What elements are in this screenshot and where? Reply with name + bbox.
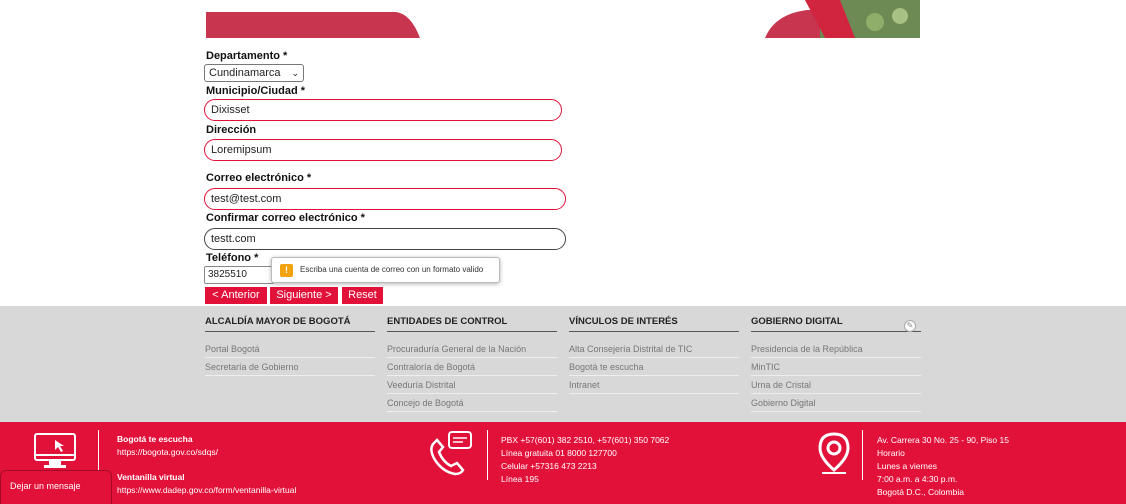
footer-link-concejo[interactable]: Concejo de Bogotá — [387, 398, 557, 412]
footer-link-veeduria[interactable]: Veeduría Distrital — [387, 380, 557, 394]
footer-link-bogota-te-escucha[interactable]: Bogotá te escucha — [569, 362, 739, 376]
validation-tooltip: ! Escriba una cuenta de correo con un fo… — [271, 257, 500, 283]
warning-icon: ! — [280, 264, 293, 277]
linea-gratuita-text: Línea gratuita 01 8000 127700 — [501, 448, 617, 458]
footer-col-title: ENTIDADES DE CONTROL — [387, 316, 557, 332]
footer-divider — [487, 430, 488, 480]
footer-link-alta-consejeria[interactable]: Alta Consejería Distrital de TIC — [569, 344, 739, 358]
chevron-down-icon: ⌄ — [291, 68, 299, 78]
edit-pencil-icon[interactable]: ✎ — [904, 320, 916, 332]
ventanilla-virtual-link[interactable]: https://www.dadep.gov.co/form/ventanilla… — [117, 484, 296, 497]
footer-link-intranet[interactable]: Intranet — [569, 380, 739, 394]
correo-input[interactable]: test@test.com — [204, 188, 566, 210]
footer-link-gobierno-digital[interactable]: Gobierno Digital — [751, 398, 921, 412]
departamento-label: Departamento * — [206, 50, 288, 62]
header-banner-left — [206, 0, 420, 38]
pbx-text: PBX +57(601) 382 2510, +57(601) 350 7062 — [501, 435, 670, 445]
telefono-input[interactable]: 3825510 — [204, 266, 274, 284]
footer-link-presidencia[interactable]: Presidencia de la República — [751, 344, 921, 358]
footer-link-portal-bogota[interactable]: Portal Bogotá — [205, 344, 375, 358]
correo-label: Correo electrónico * — [206, 172, 312, 184]
bogota-te-escucha-title: Bogotá te escucha — [117, 434, 193, 444]
municipio-input[interactable]: Dixisset — [204, 99, 562, 121]
confirmar-correo-input[interactable]: testt.com — [204, 228, 566, 250]
direccion-input[interactable]: Loremipsum — [204, 139, 562, 161]
siguiente-button[interactable]: Siguiente > — [270, 287, 338, 304]
municipio-label: Municipio/Ciudad * — [206, 85, 306, 97]
reset-button[interactable]: Reset — [342, 287, 383, 304]
location-pin-icon — [818, 432, 850, 474]
footer-link-secretaria-gobierno[interactable]: Secretaría de Gobierno — [205, 362, 375, 376]
footer-link-contraloria[interactable]: Contraloría de Bogotá — [387, 362, 557, 376]
banner-shape — [206, 12, 420, 38]
footer-contact: Bogotá te escucha https://bogota.gov.co/… — [0, 422, 1126, 504]
celular-text: Celular +57316 473 2213 — [501, 461, 597, 471]
footer-link-urna-cristal[interactable]: Urna de Cristal — [751, 380, 921, 394]
horas-text: 7:00 a.m. a 4:30 p.m. — [877, 474, 958, 484]
departamento-select[interactable]: Cundinamarca ⌄ — [204, 64, 304, 82]
footer-link-mintic[interactable]: MinTIC — [751, 362, 921, 376]
computer-click-icon — [34, 433, 76, 468]
bogota-te-escucha-link[interactable]: https://bogota.gov.co/sdqs/ — [117, 446, 218, 459]
phone-message-icon — [430, 431, 472, 476]
footer-divider — [862, 430, 863, 480]
header-banner-right — [765, 0, 920, 38]
footer-link-procuraduria[interactable]: Procuraduría General de la Nación — [387, 344, 557, 358]
footer-col-title: ALCALDÍA MAYOR DE BOGOTÁ — [205, 316, 375, 332]
confirmar-correo-label: Confirmar correo electrónico * — [206, 212, 365, 224]
horario-text: Horario — [877, 448, 905, 458]
ventanilla-virtual-title: Ventanilla virtual — [117, 472, 185, 482]
address-text: Av. Carrera 30 No. 25 - 90, Piso 15 — [877, 435, 1009, 445]
chat-button[interactable]: Dejar un mensaje — [0, 470, 112, 504]
banner-image — [765, 0, 920, 38]
footer-col-title: VÍNCULOS DE INTERÉS — [569, 316, 739, 332]
anterior-button[interactable]: < Anterior — [205, 287, 267, 304]
footer-links: ALCALDÍA MAYOR DE BOGOTÁ Portal Bogotá S… — [0, 306, 1126, 422]
telefono-label: Teléfono * — [206, 252, 259, 264]
dias-text: Lunes a viernes — [877, 461, 938, 471]
ciudad-text: Bogotá D.C., Colombia — [877, 487, 964, 497]
direccion-label: Dirección — [206, 124, 257, 136]
linea-195-text: Línea 195 — [501, 474, 539, 484]
footer-col-title: GOBIERNO DIGITAL — [751, 316, 921, 332]
page: Departamento * Cundinamarca ⌄ Municipio/C… — [0, 0, 1126, 504]
